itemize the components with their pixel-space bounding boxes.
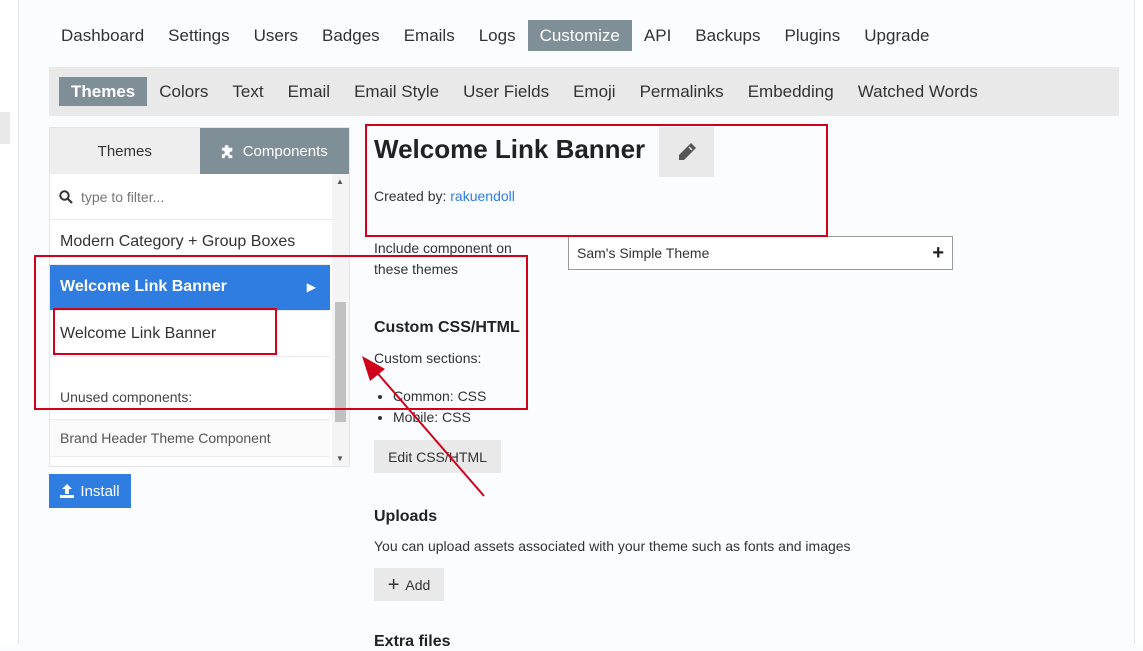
annotation-arrow [362, 356, 485, 497]
